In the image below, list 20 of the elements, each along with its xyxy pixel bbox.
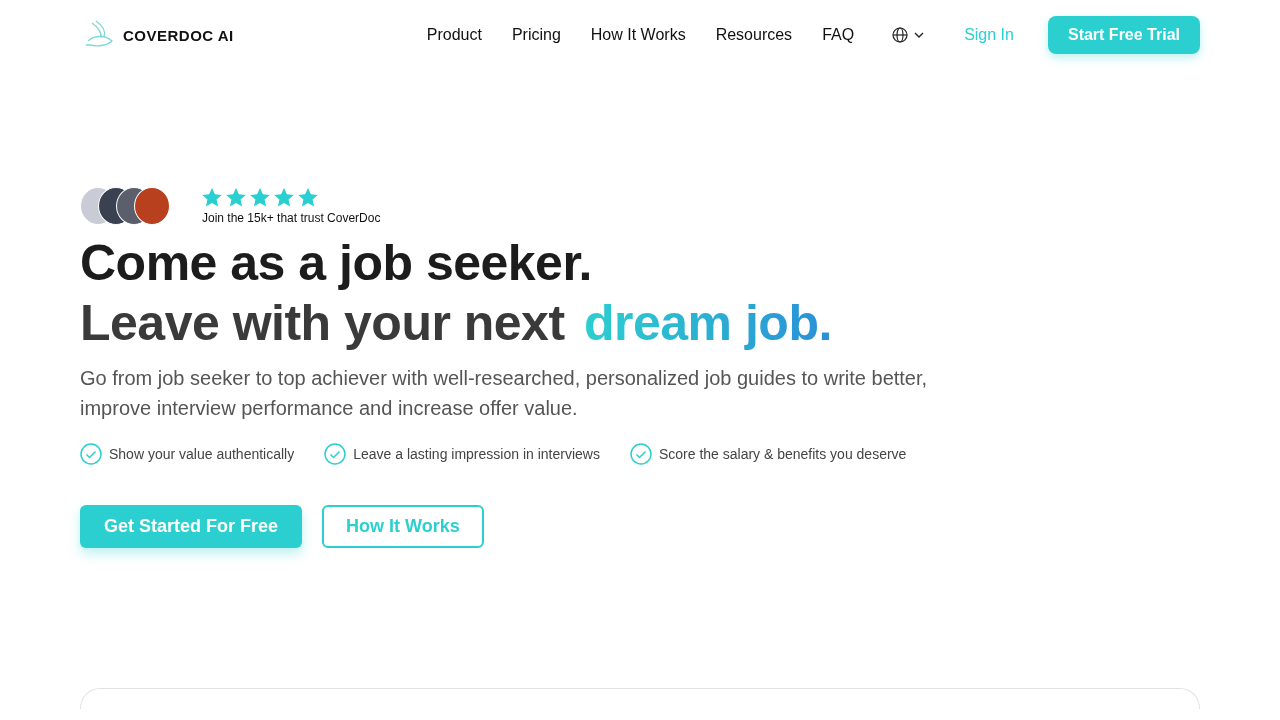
benefit-text: Leave a lasting impression in interviews: [353, 446, 600, 462]
chevron-down-icon: [914, 32, 925, 38]
headline: Leave with your next dream job.: [80, 294, 833, 353]
nav-link[interactable]: Pricing: [511, 26, 561, 44]
logo-text[interactable]: COVERDOC AI: [123, 26, 234, 44]
benefit-text: Show your value authentically: [109, 446, 295, 462]
avatar: [134, 187, 170, 225]
trust-text: Join the 15k+ that trust CoverDoc: [202, 210, 381, 225]
nav-link[interactable]: How It Works: [590, 26, 686, 44]
subtitle: Go from job seeker to top achiever with well-researched, personalized job guides to write better, improve interview performance and increase offer value.: [80, 366, 929, 421]
globe-icon: [892, 27, 909, 43]
nav-link[interactable]: Product: [426, 26, 482, 44]
language-selector[interactable]: [892, 27, 925, 43]
benefit-text: Score the salary & benefits you deserve: [658, 446, 907, 462]
nav-link[interactable]: FAQ: [822, 26, 855, 44]
nav-link[interactable]: Resources: [715, 26, 793, 44]
check-circle-icon: [629, 443, 652, 465]
check-circle-icon: [80, 443, 102, 465]
headline: Come as a job seeker.: [80, 234, 593, 293]
check-circle-icon: [324, 443, 347, 465]
